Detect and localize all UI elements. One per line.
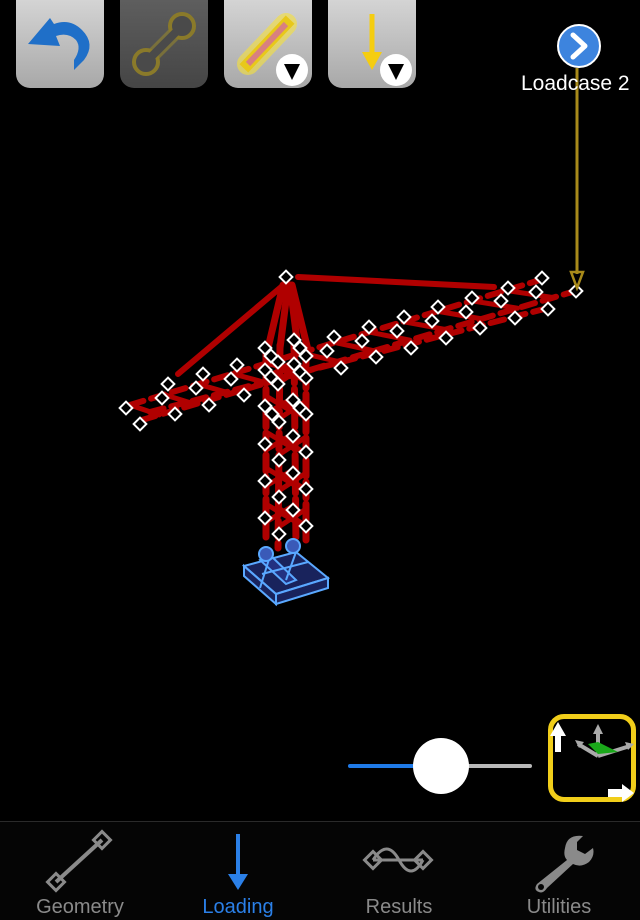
member[interactable] (274, 341, 284, 552)
scale-slider[interactable] (348, 738, 532, 794)
point-load-arrow[interactable] (569, 68, 585, 292)
loadcase-label: Loadcase 2 (521, 72, 630, 95)
next-loadcase-button[interactable] (557, 24, 601, 68)
member[interactable] (147, 305, 551, 415)
chevron-right-icon (570, 32, 588, 60)
tab-label: Results (365, 896, 433, 918)
deflection-icon (362, 847, 434, 873)
support[interactable] (241, 538, 331, 607)
tab-bar: Geometry Loading Results Utilities (0, 821, 640, 920)
axes-view-icon (550, 722, 634, 802)
node[interactable] (540, 301, 556, 317)
model-viewport[interactable] (0, 0, 640, 820)
node[interactable] (271, 489, 287, 505)
view-orientation-button[interactable] (548, 714, 636, 802)
tab-label: Loading (202, 896, 274, 918)
member-icon (45, 829, 113, 893)
slider-thumb[interactable] (413, 738, 469, 794)
node[interactable] (278, 269, 294, 285)
crane-members (127, 274, 575, 552)
node[interactable] (271, 452, 287, 468)
tab-label: Geometry (36, 896, 124, 918)
tab-results[interactable]: Results (319, 822, 479, 920)
member[interactable] (366, 329, 413, 343)
tab-loading[interactable]: Loading (158, 822, 318, 920)
node[interactable] (160, 376, 176, 392)
arrow-down-icon (228, 834, 248, 890)
tab-label: Utilities (526, 896, 592, 918)
node[interactable] (271, 526, 287, 542)
tab-geometry[interactable]: Geometry (0, 822, 160, 920)
node[interactable] (298, 444, 314, 460)
member[interactable] (400, 319, 449, 333)
tab-utilities[interactable]: Utilities (479, 822, 639, 920)
member[interactable] (332, 340, 377, 354)
node[interactable] (195, 366, 211, 382)
wrench-icon (535, 835, 594, 893)
member[interactable] (295, 274, 497, 290)
